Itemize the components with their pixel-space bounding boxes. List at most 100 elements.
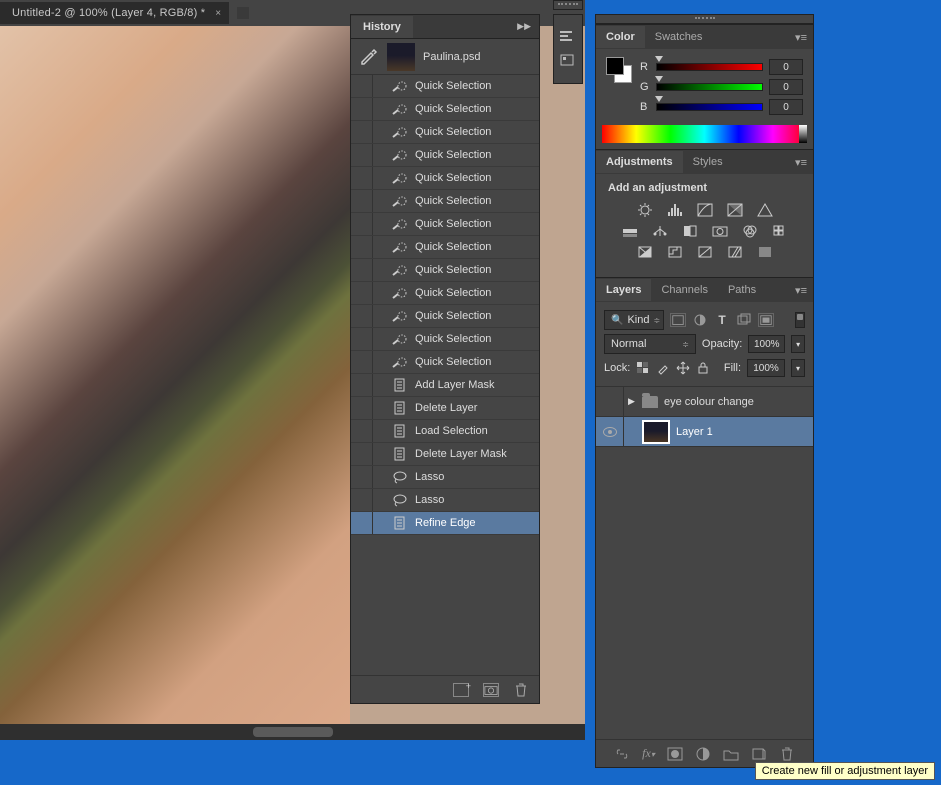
- visibility-toggle[interactable]: [596, 387, 624, 416]
- history-checkbox[interactable]: [351, 374, 373, 396]
- blend-mode-dropdown[interactable]: Normal≑: [604, 334, 696, 354]
- history-item[interactable]: Delete Layer Mask: [351, 443, 539, 466]
- lock-transparency-icon[interactable]: [636, 361, 650, 375]
- history-item[interactable]: Delete Layer: [351, 397, 539, 420]
- visibility-toggle[interactable]: [596, 417, 624, 446]
- adjustments-tab[interactable]: Adjustments: [596, 151, 683, 173]
- history-tab[interactable]: History: [351, 16, 413, 38]
- new-layer-icon[interactable]: [751, 747, 767, 761]
- add-mask-icon[interactable]: [667, 747, 683, 761]
- history-item[interactable]: Quick Selection: [351, 98, 539, 121]
- history-checkbox[interactable]: [351, 397, 373, 419]
- history-item[interactable]: Add Layer Mask: [351, 374, 539, 397]
- snapshot-icon[interactable]: [483, 683, 499, 697]
- lock-pixels-icon[interactable]: [656, 361, 670, 375]
- history-item[interactable]: Quick Selection: [351, 351, 539, 374]
- layer-thumbnail[interactable]: [642, 420, 670, 444]
- history-checkbox[interactable]: [351, 144, 373, 166]
- color-value-input[interactable]: 0: [769, 59, 803, 75]
- filter-shape-icon[interactable]: [736, 313, 752, 327]
- history-item[interactable]: Quick Selection: [351, 190, 539, 213]
- fill-value[interactable]: 100%: [747, 359, 785, 377]
- color-value-input[interactable]: 0: [769, 79, 803, 95]
- right-stack-handle[interactable]: [595, 14, 814, 24]
- history-item[interactable]: Quick Selection: [351, 144, 539, 167]
- layer-group-row[interactable]: ▶eye colour change: [596, 387, 813, 417]
- fg-bg-swatch[interactable]: [606, 57, 632, 83]
- trash-icon[interactable]: [779, 747, 795, 761]
- color-tab[interactable]: Color: [596, 26, 645, 48]
- layer-row[interactable]: Layer 1: [596, 417, 813, 447]
- new-doc-from-state-icon[interactable]: +: [453, 683, 469, 697]
- history-checkbox[interactable]: [351, 282, 373, 304]
- invert-icon[interactable]: [636, 244, 654, 260]
- filter-pixel-icon[interactable]: [670, 313, 686, 327]
- history-checkbox[interactable]: [351, 213, 373, 235]
- opacity-value[interactable]: 100%: [748, 335, 785, 353]
- exposure-icon[interactable]: [726, 202, 744, 218]
- character-styles-icon[interactable]: [559, 53, 577, 69]
- expand-arrow-icon[interactable]: ▶: [624, 396, 636, 407]
- history-item[interactable]: Load Selection: [351, 420, 539, 443]
- new-group-icon[interactable]: [723, 747, 739, 761]
- paths-tab[interactable]: Paths: [718, 279, 766, 301]
- opacity-dropdown-button[interactable]: ▾: [791, 335, 805, 353]
- canvas-area[interactable]: [0, 26, 350, 740]
- history-checkbox[interactable]: [351, 75, 373, 97]
- filter-adjustment-icon[interactable]: [692, 313, 708, 327]
- history-checkbox[interactable]: [351, 236, 373, 258]
- black-white-icon[interactable]: [681, 223, 699, 239]
- layer-filter-dropdown[interactable]: 🔍Kind≑: [604, 310, 664, 330]
- lock-position-icon[interactable]: [676, 361, 690, 375]
- history-checkbox[interactable]: [351, 259, 373, 281]
- history-item[interactable]: Quick Selection: [351, 167, 539, 190]
- vibrance-icon[interactable]: [756, 202, 774, 218]
- history-checkbox[interactable]: [351, 98, 373, 120]
- tab-expand-icon[interactable]: [237, 7, 249, 19]
- adjustment-layer-icon[interactable]: [695, 747, 711, 761]
- history-item[interactable]: Quick Selection: [351, 121, 539, 144]
- history-checkbox[interactable]: [351, 121, 373, 143]
- link-layers-icon[interactable]: [614, 747, 630, 761]
- curves-icon[interactable]: [696, 202, 714, 218]
- history-item[interactable]: Quick Selection: [351, 259, 539, 282]
- paragraph-styles-icon[interactable]: [559, 29, 577, 45]
- hue-saturation-icon[interactable]: [621, 223, 639, 239]
- history-item[interactable]: Quick Selection: [351, 236, 539, 259]
- scrollbar-thumb[interactable]: [253, 727, 333, 737]
- styles-tab[interactable]: Styles: [683, 151, 733, 173]
- history-item[interactable]: Quick Selection: [351, 75, 539, 98]
- gradient-map-icon[interactable]: [726, 244, 744, 260]
- mini-strip-handle[interactable]: [553, 0, 583, 10]
- panel-menu-icon[interactable]: ▾≡: [789, 284, 813, 297]
- collapse-icon[interactable]: ▶▶: [509, 21, 539, 32]
- history-item[interactable]: Refine Edge: [351, 512, 539, 535]
- history-item[interactable]: Lasso: [351, 489, 539, 512]
- selective-color-icon[interactable]: [756, 244, 774, 260]
- trash-icon[interactable]: [513, 683, 529, 697]
- history-checkbox[interactable]: [351, 466, 373, 488]
- document-tab[interactable]: Untitled-2 @ 100% (Layer 4, RGB/8) * ×: [0, 2, 229, 24]
- filter-type-icon[interactable]: T: [714, 313, 730, 327]
- levels-icon[interactable]: [666, 202, 684, 218]
- color-lookup-icon[interactable]: [771, 223, 789, 239]
- layers-tab[interactable]: Layers: [596, 279, 651, 301]
- history-item[interactable]: Quick Selection: [351, 328, 539, 351]
- history-item[interactable]: Quick Selection: [351, 305, 539, 328]
- spectrum-ramp[interactable]: [602, 125, 807, 143]
- color-value-input[interactable]: 0: [769, 99, 803, 115]
- swatches-tab[interactable]: Swatches: [645, 26, 713, 48]
- channel-mixer-icon[interactable]: [741, 223, 759, 239]
- foreground-color-swatch[interactable]: [606, 57, 624, 75]
- history-checkbox[interactable]: [351, 328, 373, 350]
- color-slider[interactable]: [656, 63, 763, 71]
- panel-menu-icon[interactable]: ▾≡: [789, 156, 813, 169]
- photo-filter-icon[interactable]: [711, 223, 729, 239]
- color-slider[interactable]: [656, 103, 763, 111]
- history-checkbox[interactable]: [351, 512, 373, 534]
- history-document-row[interactable]: Paulina.psd: [351, 39, 539, 75]
- filter-smart-icon[interactable]: [758, 313, 774, 327]
- fill-dropdown-button[interactable]: ▾: [791, 359, 805, 377]
- history-item[interactable]: Quick Selection: [351, 213, 539, 236]
- brightness-contrast-icon[interactable]: [636, 202, 654, 218]
